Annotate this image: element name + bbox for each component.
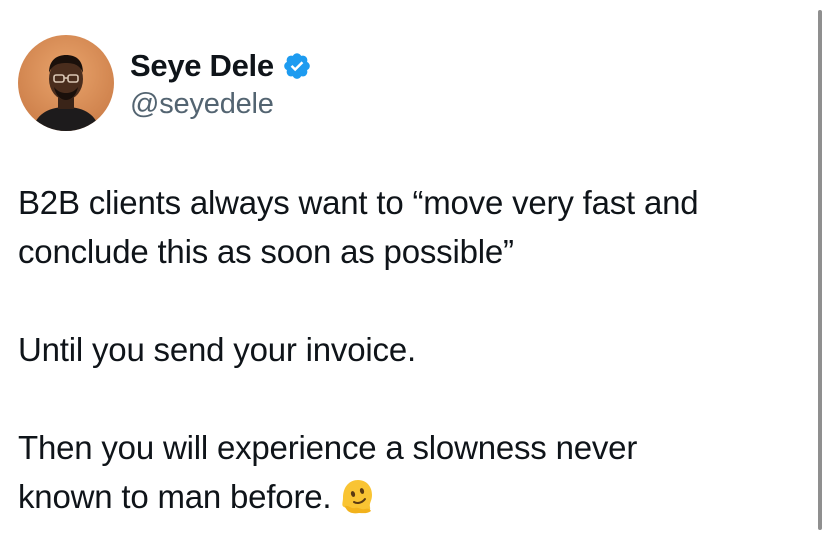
tweet-header: Seye Dele @seyedele — [18, 34, 312, 132]
tweet-body: B2B clients always want to “move very fa… — [18, 178, 808, 521]
tweet-text-line: conclude this as soon as possible” — [18, 233, 514, 270]
name-row: Seye Dele — [130, 46, 312, 86]
author-info: Seye Dele @seyedele — [130, 35, 312, 131]
display-name[interactable]: Seye Dele — [130, 48, 274, 84]
tweet-paragraph: Then you will experience a slowness neve… — [18, 423, 808, 521]
tweet-text-line-with-emoji: known to man before. — [18, 472, 808, 521]
author-handle[interactable]: @seyedele — [130, 88, 312, 121]
tweet-text-line: B2B clients always want to “move very fa… — [18, 184, 699, 221]
avatar[interactable] — [18, 35, 114, 131]
scrollbar[interactable] — [818, 10, 822, 530]
tweet-text-fragment: known to man before. — [18, 478, 332, 515]
tweet-text-line: Until you send your invoice. — [18, 331, 416, 368]
verified-badge-icon[interactable] — [282, 51, 312, 81]
tweet-paragraph: B2B clients always want to “move very fa… — [18, 178, 808, 276]
tweet-paragraph: Until you send your invoice. — [18, 325, 808, 374]
tweet-card: Seye Dele @seyedele B2B clients always w… — [0, 0, 828, 560]
tweet-text-line: Then you will experience a slowness neve… — [18, 429, 638, 466]
melting-face-emoji-icon — [337, 476, 377, 516]
